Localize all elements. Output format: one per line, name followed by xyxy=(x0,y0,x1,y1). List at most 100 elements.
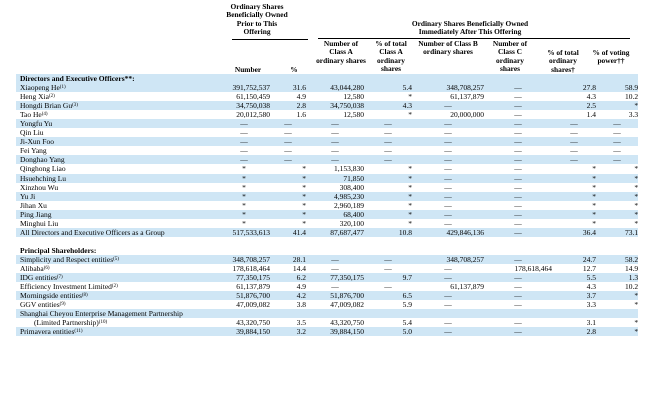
cell-class-c-number: 178,618,464 xyxy=(514,263,553,273)
cell-class-a-number: 12,580 xyxy=(343,92,364,102)
holder-name-text: Minghui Liu xyxy=(20,218,59,228)
cell-class-a-pct: — xyxy=(384,282,392,292)
cell-class-a-pct: 6.5 xyxy=(364,291,412,301)
cell-class-a-pct: 5.9 xyxy=(402,300,412,310)
cell-class-a-pct: 10.8 xyxy=(364,227,412,237)
cell-pct: 2.8 xyxy=(270,101,306,111)
cell-class-a-pct: * xyxy=(364,173,412,183)
cell-class-a-number: — xyxy=(331,146,339,156)
holder-name-text: Morningside entities xyxy=(20,291,82,301)
cell-class-c-number: — xyxy=(484,327,552,337)
cell-pct: 6.2 xyxy=(270,273,306,283)
cell-class-b-number: — xyxy=(412,291,484,301)
footnote-ref: (7) xyxy=(56,275,63,281)
cell-number: 51,876,700 xyxy=(218,291,270,301)
cell-pct: * xyxy=(270,209,306,219)
table-row: Fei Yang — — — — — — — — xyxy=(16,146,638,155)
cell-class-a-number: 2,960,189 xyxy=(334,200,364,210)
table-row: Jihan Xu * * 2,960,189 * — — * * xyxy=(16,201,638,210)
holder-name: GGV entities(9) xyxy=(16,300,218,309)
cell-number: 34,750,038 xyxy=(218,101,270,111)
table-row: Primavera entities(11) 39,884,150 3.2 39,88… xyxy=(16,327,639,337)
cell-pct-voting: * xyxy=(596,173,639,183)
cell-class-a-number: 51,876,700 xyxy=(306,291,364,301)
cell-class-b-number: — xyxy=(444,128,452,138)
ownership-table: Directors and Executive Officers**: Xiaop… xyxy=(16,74,639,337)
holder-name: Tao He(4) xyxy=(16,110,218,119)
cell-pct: — xyxy=(270,119,306,129)
cell-pct-voting: — xyxy=(613,128,621,138)
cell-class-b-number: — xyxy=(412,119,484,129)
cell-pct-total: * xyxy=(592,200,596,210)
footnote-ref: (1) xyxy=(59,85,66,91)
cell-class-b-number: 348,708,257 xyxy=(412,83,484,93)
cell-pct-total: * xyxy=(552,209,596,219)
cell-class-b-number: — xyxy=(412,155,484,165)
cell-class-c-number: — xyxy=(484,173,552,183)
cell-class-a-pct: 5.4 xyxy=(364,83,412,93)
cell-class-a-pct: * xyxy=(408,92,412,102)
cell-class-b-number: 429,846,136 xyxy=(412,227,484,237)
cell-pct: * xyxy=(302,200,306,210)
col-header-number-a: Number of Class A ordinary shares xyxy=(316,39,366,65)
cell-class-a-pct: — xyxy=(364,119,412,129)
cell-pct-total: 3.3 xyxy=(586,300,596,310)
cell-number: * xyxy=(242,182,246,192)
footnote-ref: (10) xyxy=(98,320,108,326)
cell-pct-voting: * xyxy=(634,318,639,328)
cell-pct-total: * xyxy=(592,218,596,228)
cell-class-a-pct: 9.7 xyxy=(364,273,412,283)
cell-pct-voting: * xyxy=(596,291,639,301)
cell-class-b-number: 348,708,257 xyxy=(412,254,484,264)
cell-class-a-number: 68,400 xyxy=(306,209,364,219)
header-prior-offering: Ordinary Shares Beneficially Owned Prior… xyxy=(226,2,288,37)
holder-name: Ji-Xun Foo xyxy=(16,137,218,147)
footnote-ref: (2) xyxy=(111,284,118,290)
cell-pct-total: 24.7 xyxy=(552,254,596,264)
cell-class-a-number: 43,320,750 xyxy=(330,318,364,328)
cell-pct: 4.9 xyxy=(296,282,306,292)
holder-name-text: Tao He xyxy=(20,110,42,120)
cell-class-a-number: — xyxy=(306,137,364,147)
cell-class-a-number: 34,750,038 xyxy=(306,101,364,111)
cell-pct-total: 12.7 xyxy=(582,263,596,273)
cell-class-a-number: 71,850 xyxy=(306,173,364,183)
table-row: Alibaba(6) 178,618,464 14.4 — — — 178,618,464 1… xyxy=(16,264,638,273)
table-row: Ping Jiang * * 68,400 * — — * * xyxy=(16,209,639,219)
cell-class-a-pct: * xyxy=(364,209,412,219)
cell-pct-voting: * xyxy=(634,164,639,174)
cell-pct: * xyxy=(302,164,306,174)
cell-pct-voting: * xyxy=(596,327,639,337)
cell-pct-voting: — xyxy=(596,119,639,129)
cell-class-a-pct: * xyxy=(408,164,412,174)
cell-class-c-number: — xyxy=(484,209,552,219)
cell-number: 20,012,580 xyxy=(236,110,270,120)
holder-name: Alibaba(6) xyxy=(16,264,218,273)
cell-pct-total: 2.5 xyxy=(552,101,596,111)
section-title: Principal Shareholders: xyxy=(20,245,97,255)
cell-class-a-number: 47,009,082 xyxy=(330,300,364,310)
cell-number: * xyxy=(242,200,246,210)
table-row: All Directors and Executive Officers as … xyxy=(16,227,639,237)
cell-class-a-pct: — xyxy=(384,263,392,273)
cell-class-c-number: — xyxy=(484,155,552,165)
cell-pct: 3.8 xyxy=(296,300,306,310)
table-row: Xinzhou Wu * * 308,400 * — — * * xyxy=(16,183,638,192)
cell-pct-total: * xyxy=(592,182,596,192)
cell-pct-voting: 10.2 xyxy=(624,92,639,102)
holder-name-text: Simplicity and Respect entities xyxy=(20,254,114,264)
col-header-pct-a: % of total Class A ordinary shares xyxy=(375,39,407,74)
holder-name: Hsuehching Lu xyxy=(16,173,218,183)
cell-pct-total: — xyxy=(552,155,596,165)
col-header-pct-voting: % of voting power†† xyxy=(592,48,630,66)
cell-class-a-number: 87,687,477 xyxy=(306,227,364,237)
cell-class-a-pct: 4.3 xyxy=(364,101,412,111)
cell-pct-voting: * xyxy=(596,209,639,219)
cell-pct: * xyxy=(270,173,306,183)
table-row: Qin Liu — — — — — — — — xyxy=(16,128,638,137)
holder-name-text: (Limited Partnership) xyxy=(34,318,99,328)
cell-pct: 3.5 xyxy=(296,318,306,328)
cell-pct-total: 4.3 xyxy=(586,282,596,292)
holder-name-text: Yu Ji xyxy=(20,191,36,201)
holder-name: Jihan Xu xyxy=(16,201,218,210)
